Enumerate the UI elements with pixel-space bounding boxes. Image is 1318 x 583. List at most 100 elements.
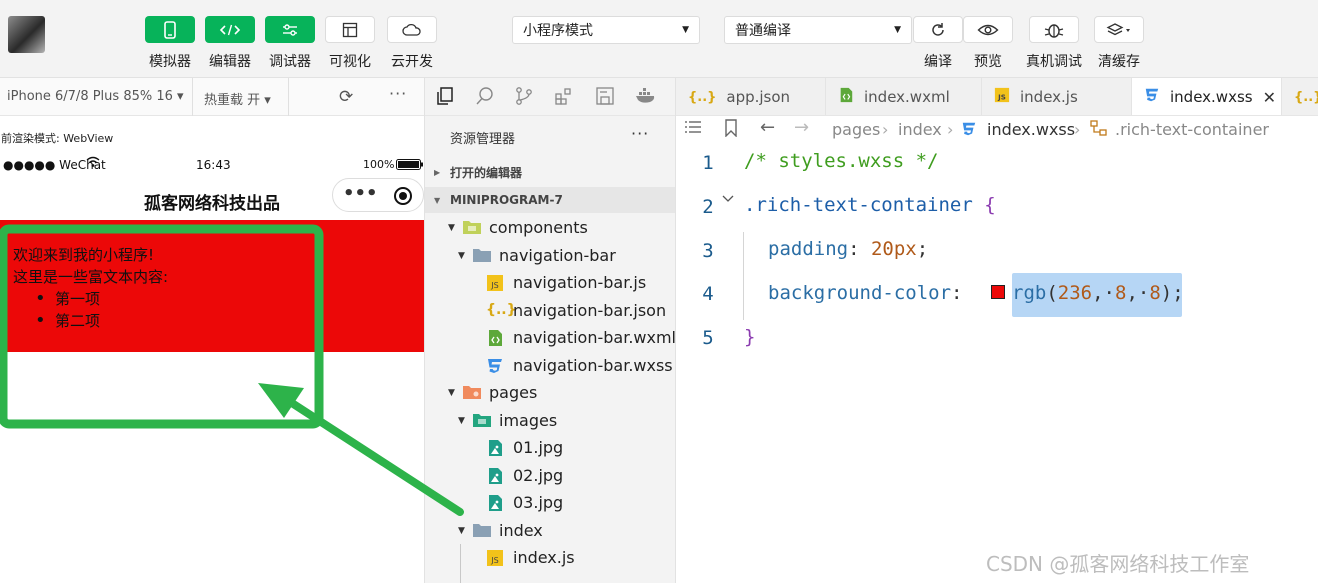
symbol-icon	[1090, 120, 1108, 140]
tree-folder-index[interactable]: ▼ index	[458, 517, 543, 544]
folder-icon	[472, 247, 492, 265]
avatar[interactable]	[8, 16, 45, 53]
tab-label: index.js	[1020, 88, 1078, 106]
compile-button[interactable]: 编译	[913, 16, 963, 71]
bug-icon	[1029, 16, 1079, 43]
close-icon[interactable]: ✕	[1263, 88, 1276, 107]
docker-icon[interactable]	[635, 86, 657, 110]
device-select[interactable]: iPhone 6/7/8 Plus 85% 16 ▾	[7, 89, 184, 104]
capsule-button[interactable]: •••	[332, 178, 424, 212]
tab-index-js[interactable]: JS index.js	[982, 78, 1132, 115]
search-icon[interactable]	[475, 86, 495, 110]
cloud-icon	[387, 16, 437, 43]
files-icon[interactable]	[435, 86, 455, 110]
compile-label: 编译	[924, 54, 952, 70]
rich-text-list: 第一项 第二项	[13, 288, 168, 332]
more-icon[interactable]: •••	[343, 183, 378, 204]
remote-debug-button[interactable]: 真机调试	[1026, 16, 1082, 71]
code-editor[interactable]: 1 2 3 4 5 /* styles.wxss */ .rich-text-c…	[676, 144, 1318, 583]
visual-button[interactable]: 可视化	[325, 16, 375, 71]
sliders-icon	[265, 16, 315, 43]
open-editors-section[interactable]: ▶ 打开的编辑器	[425, 159, 675, 185]
js-file-icon: JS	[486, 549, 506, 567]
save-panel-icon[interactable]	[595, 86, 615, 110]
back-arrow-icon[interactable]: ←	[760, 117, 775, 138]
bookmark-icon[interactable]	[724, 119, 738, 141]
svg-text:JS: JS	[490, 281, 498, 290]
tree-file-navigation-bar-wxml[interactable]: navigation-bar.wxml	[486, 324, 675, 351]
editor-button[interactable]: 编辑器	[205, 16, 255, 71]
tree-indent-guide	[460, 544, 461, 583]
debugger-button[interactable]: 调试器	[265, 16, 315, 71]
tree-file-navigation-bar-js[interactable]: JS navigation-bar.js	[486, 269, 646, 296]
tree-label: navigation-bar.js	[513, 273, 647, 292]
chevron-right-icon: ›	[947, 120, 954, 139]
tree-file-navigation-bar-json[interactable]: {..} navigation-bar.json	[486, 297, 666, 324]
hot-reload-label: 热重载 开	[204, 93, 261, 108]
project-section[interactable]: ▼ MINIPROGRAM-7	[425, 187, 675, 213]
cloud-button[interactable]: 云开发	[387, 16, 437, 71]
chevron-right-icon: ▶	[434, 167, 441, 177]
tab-index-wxss[interactable]: index.wxss ✕	[1132, 78, 1282, 115]
tab-index-wxml[interactable]: index.wxml	[826, 78, 982, 115]
wxss-file-icon	[1144, 87, 1160, 107]
fold-chevron-icon[interactable]	[722, 192, 734, 206]
wxss-file-icon	[486, 357, 506, 375]
remote-debug-label: 真机调试	[1026, 54, 1082, 70]
hot-reload-toggle[interactable]: 热重载 开 ▾	[204, 89, 271, 108]
css-function: rgb	[1012, 282, 1047, 304]
tree-file-03-jpg[interactable]: 03.jpg	[486, 489, 563, 516]
breadcrumb-item[interactable]: index.wxss	[987, 120, 1075, 139]
tree-folder-pages[interactable]: ▼ pages	[448, 379, 537, 406]
tab-label: app.json	[726, 88, 791, 106]
divider	[288, 78, 289, 116]
simulator-label: 模拟器	[149, 54, 191, 70]
git-branch-icon[interactable]	[514, 86, 534, 110]
css-value: 20px	[870, 238, 917, 260]
watermark: CSDN @孤客网络科技工作室	[986, 552, 1250, 576]
clear-cache-button[interactable]: 清缓存	[1094, 16, 1144, 71]
simulator-button[interactable]: 模拟器	[145, 16, 195, 71]
tree-file-01-jpg[interactable]: 01.jpg	[486, 434, 563, 461]
line-number: 1	[702, 152, 714, 174]
list-icon[interactable]	[684, 119, 702, 139]
more-icon[interactable]: ···	[389, 84, 407, 103]
tab-overflow[interactable]: {..}	[1282, 78, 1318, 115]
mode-select[interactable]: 小程序模式 ▼	[512, 16, 700, 44]
battery-icon	[396, 159, 424, 174]
chevron-down-icon: ▼	[458, 525, 465, 536]
line-number: 5	[702, 327, 714, 349]
tab-app-json[interactable]: {..} app.json	[676, 78, 826, 115]
breadcrumb-item[interactable]: index	[898, 120, 942, 139]
extensions-icon[interactable]	[554, 86, 574, 110]
tree-label: index.js	[513, 548, 575, 567]
compile-select[interactable]: 普通编译 ▼	[724, 16, 912, 44]
breadcrumb-item[interactable]: .rich-text-container	[1115, 120, 1269, 139]
tree-folder-navigation-bar[interactable]: ▼ navigation-bar	[458, 242, 616, 269]
forward-arrow-icon[interactable]: →	[794, 117, 809, 138]
chevron-down-icon: ▼	[434, 195, 441, 205]
tab-label: index.wxss	[1170, 88, 1253, 106]
activity-bar	[425, 78, 675, 116]
explorer-more-button[interactable]: ···	[631, 124, 649, 143]
simulator-viewport: 当前渲染模式: WebView ●●●●● WeChat 16:43 100% …	[0, 116, 424, 583]
chevron-down-icon: ▼	[448, 222, 455, 233]
tree-label: navigation-bar.wxss	[513, 356, 673, 375]
close-target-icon[interactable]	[393, 186, 413, 210]
tree-folder-images[interactable]: ▼ images	[458, 407, 557, 434]
rotate-icon[interactable]: ⟳	[339, 87, 353, 107]
explorer-panel: 资源管理器 ··· ▶ 打开的编辑器 ▼ MINIPROGRAM-7 ▼ com…	[425, 116, 675, 583]
folder-icon	[472, 412, 492, 430]
tree-file-navigation-bar-wxss[interactable]: navigation-bar.wxss	[486, 352, 673, 379]
breadcrumb-item[interactable]: pages	[832, 120, 880, 139]
tree-folder-components[interactable]: ▼ components	[448, 214, 588, 241]
svg-text:JS: JS	[490, 556, 498, 565]
rgb-blue: 8	[1149, 282, 1161, 304]
tree-file-02-jpg[interactable]: 02.jpg	[486, 462, 563, 489]
breadcrumb: ← → pages › index › index.wxss › .rich-t…	[676, 116, 1318, 144]
mode-select-value: 小程序模式	[523, 23, 593, 39]
tree-file-index-js[interactable]: JS index.js	[486, 544, 575, 571]
color-swatch[interactable]	[991, 285, 1005, 299]
line-number: 2	[702, 196, 714, 218]
preview-button[interactable]: 预览	[963, 16, 1013, 71]
